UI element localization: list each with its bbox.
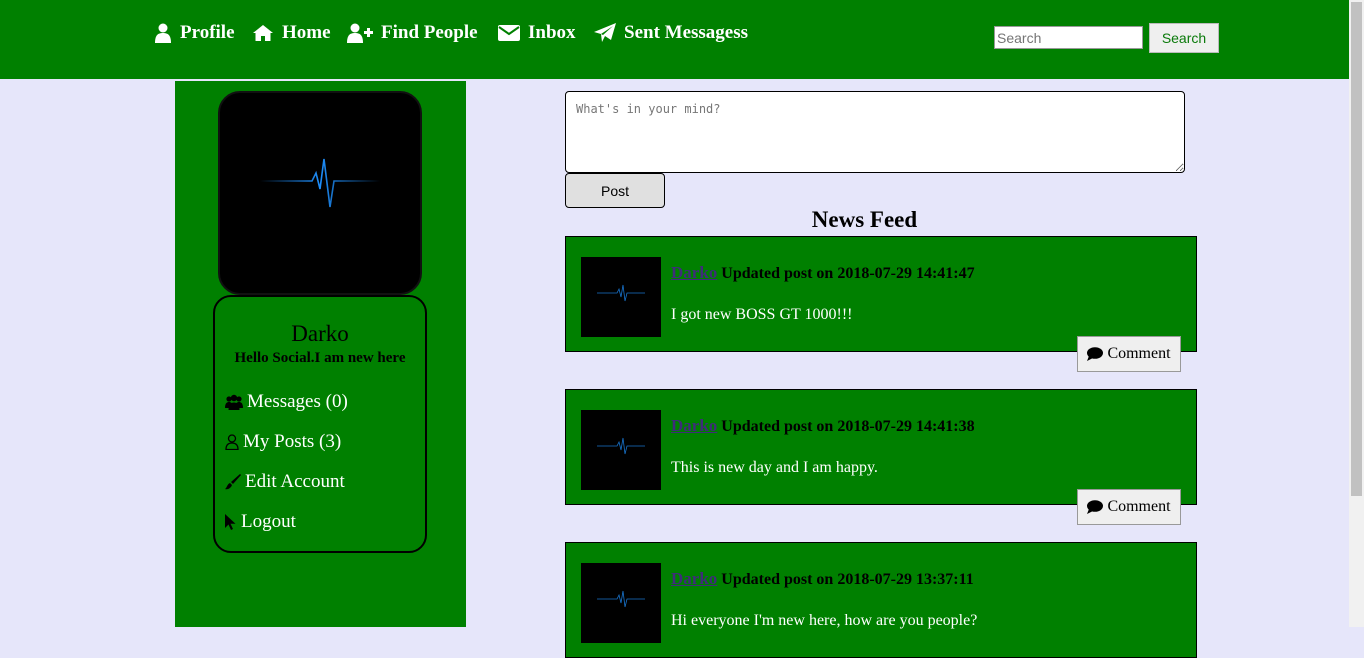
comment-button-label: Comment bbox=[1107, 498, 1171, 515]
nav-inbox-label: Inbox bbox=[528, 22, 576, 43]
nav-find-people-label: Find People bbox=[381, 22, 478, 43]
sidebar-item-my-posts[interactable]: My Posts (3) bbox=[225, 431, 341, 453]
paper-plane-icon bbox=[594, 23, 616, 42]
post-author-avatar bbox=[581, 563, 661, 643]
nav-profile-label: Profile bbox=[180, 22, 235, 43]
nav-home-label: Home bbox=[282, 22, 331, 43]
post-meta: Updated post on 2018-07-29 14:41:47 bbox=[721, 265, 975, 282]
heartbeat-image bbox=[597, 284, 645, 302]
nav-profile[interactable]: Profile bbox=[154, 20, 235, 46]
sidebar-item-my-posts-label: My Posts (3) bbox=[243, 431, 342, 452]
post-meta: Updated post on 2018-07-29 14:41:38 bbox=[721, 418, 975, 435]
brush-icon bbox=[225, 474, 241, 490]
post-author-link[interactable]: Darko bbox=[671, 416, 717, 435]
post-text: This is new day and I am happy. bbox=[671, 459, 878, 476]
comment-icon bbox=[1087, 500, 1104, 514]
feed-post: Darko Updated post on 2018-07-29 13:37:1… bbox=[565, 542, 1197, 658]
user-plus-icon bbox=[347, 23, 373, 43]
profile-card: Darko Hello Social.I am new here Message… bbox=[213, 295, 427, 553]
post-meta: Updated post on 2018-07-29 13:37:11 bbox=[721, 571, 974, 588]
nav-home[interactable]: Home bbox=[252, 20, 331, 46]
nav-find-people[interactable]: Find People bbox=[347, 20, 478, 46]
user-outline-icon bbox=[225, 434, 239, 450]
avatar bbox=[218, 91, 422, 295]
heartbeat-image bbox=[260, 158, 380, 208]
envelope-icon bbox=[498, 25, 520, 41]
post-author-link[interactable]: Darko bbox=[671, 569, 717, 588]
post-text: Hi everyone I'm new here, how are you pe… bbox=[671, 612, 978, 629]
scrollbar-thumb[interactable] bbox=[1351, 2, 1362, 496]
nav-inbox[interactable]: Inbox bbox=[498, 20, 576, 46]
sidebar: Darko Hello Social.I am new here Message… bbox=[175, 81, 466, 627]
heartbeat-image bbox=[597, 590, 645, 608]
home-icon bbox=[253, 25, 273, 41]
comment-button[interactable]: Comment bbox=[1077, 489, 1181, 525]
post-header: Darko Updated post on 2018-07-29 14:41:3… bbox=[671, 416, 975, 436]
comment-button-label: Comment bbox=[1107, 345, 1171, 362]
profile-name: Darko bbox=[291, 321, 349, 346]
page-scrollbar[interactable] bbox=[1349, 0, 1364, 627]
profile-bio: Hello Social.I am new here bbox=[234, 350, 406, 366]
sidebar-item-logout-label: Logout bbox=[241, 511, 296, 532]
search-input[interactable] bbox=[994, 26, 1143, 49]
comment-icon bbox=[1087, 347, 1104, 361]
feed-post: Darko Updated post on 2018-07-29 14:41:4… bbox=[565, 236, 1197, 372]
nav-sent-messages-label: Sent Messagess bbox=[624, 22, 749, 43]
post-textarea[interactable] bbox=[565, 91, 1185, 173]
sidebar-item-edit-account[interactable]: Edit Account bbox=[225, 471, 345, 493]
top-navbar: Profile Home Find People Inbox Sent Mess… bbox=[0, 0, 1364, 79]
post-author-link[interactable]: Darko bbox=[671, 263, 717, 282]
cursor-icon bbox=[225, 513, 236, 530]
post-button[interactable]: Post bbox=[565, 173, 665, 208]
news-feed-title: News Feed bbox=[811, 207, 918, 232]
user-icon bbox=[155, 23, 171, 43]
heartbeat-image bbox=[597, 437, 645, 455]
comment-button[interactable]: Comment bbox=[1077, 336, 1181, 372]
sidebar-item-messages-label: Messages (0) bbox=[247, 391, 348, 412]
post-header: Darko Updated post on 2018-07-29 13:37:1… bbox=[671, 569, 974, 589]
sidebar-item-messages[interactable]: Messages (0) bbox=[225, 391, 348, 413]
sidebar-item-logout[interactable]: Logout bbox=[225, 511, 296, 533]
post-author-avatar bbox=[581, 257, 661, 337]
feed-post: Darko Updated post on 2018-07-29 14:41:3… bbox=[565, 389, 1197, 525]
users-icon bbox=[225, 394, 243, 410]
sidebar-item-edit-account-label: Edit Account bbox=[245, 471, 345, 492]
search-button[interactable]: Search bbox=[1149, 23, 1219, 53]
post-author-avatar bbox=[581, 410, 661, 490]
nav-sent-messages[interactable]: Sent Messagess bbox=[594, 20, 748, 46]
post-header: Darko Updated post on 2018-07-29 14:41:4… bbox=[671, 263, 975, 283]
post-text: I got new BOSS GT 1000!!! bbox=[671, 306, 853, 323]
